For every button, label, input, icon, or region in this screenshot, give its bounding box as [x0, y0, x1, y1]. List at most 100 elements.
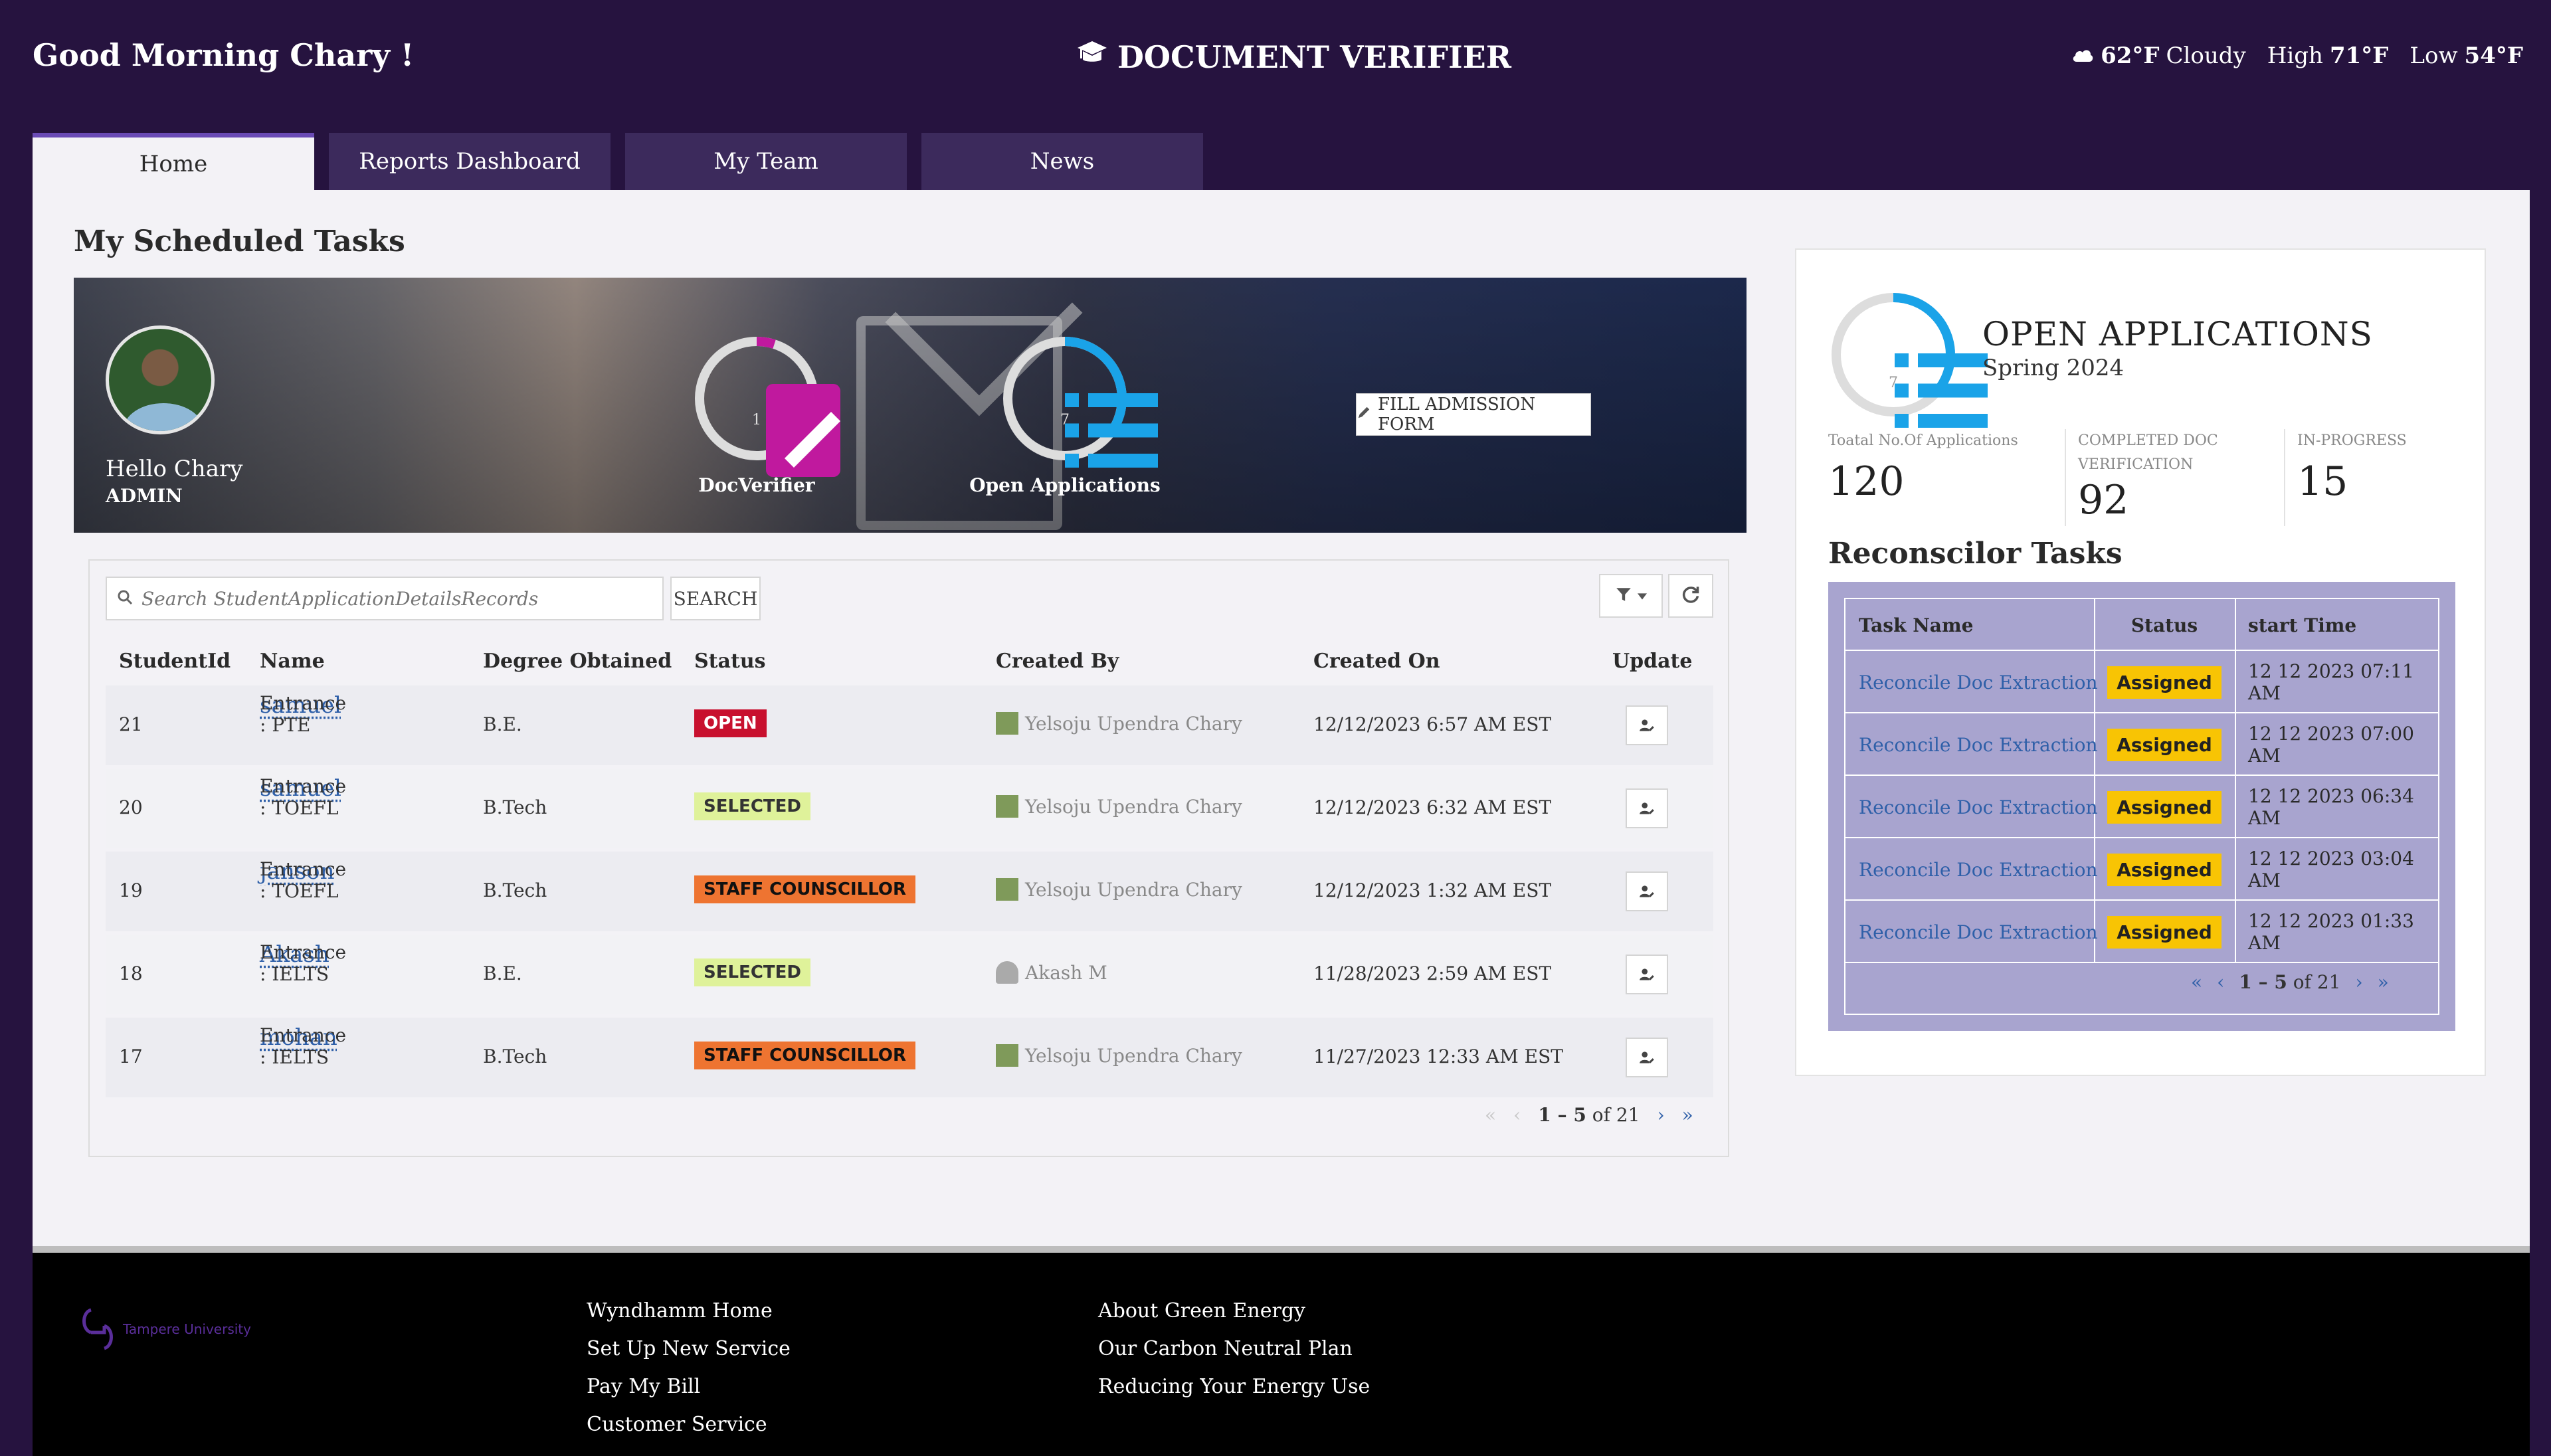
role-text: ADMIN [106, 485, 183, 507]
footer-link-customer-service[interactable]: Customer Service [587, 1413, 791, 1436]
degree: B.Tech [483, 879, 547, 901]
update-button[interactable] [1626, 788, 1668, 828]
fill-admission-form-button[interactable]: FILL ADMISSION FORM [1356, 393, 1591, 436]
tab-reports-dashboard[interactable]: Reports Dashboard [329, 133, 611, 190]
docverifier-ring[interactable]: 1 [692, 333, 840, 477]
update-button[interactable] [1626, 871, 1668, 911]
first-page-icon[interactable]: « [2191, 971, 2202, 993]
docverifier-label: DocVerifier [698, 474, 815, 496]
pager-total: of 21 [1592, 1104, 1640, 1126]
reconcilor-row: Reconcile Doc Extraction Assigned 12 12 … [1845, 838, 2438, 901]
degree: B.E. [483, 713, 522, 735]
reconcilor-row: Reconcile Doc Extraction Assigned 12 12 … [1845, 651, 2438, 713]
footer-link-pay-bill[interactable]: Pay My Bill [587, 1375, 791, 1398]
created-by: Yelsoju Upendra Chary [996, 712, 1242, 735]
filter-button[interactable] [1599, 574, 1663, 618]
task-status: Assigned [2094, 713, 2235, 776]
task-name-link[interactable]: Reconcile Doc Extraction [1859, 901, 2098, 963]
task-name-link[interactable]: Reconcile Doc Extraction [1859, 838, 2098, 901]
search-button[interactable]: SEARCH [670, 577, 761, 620]
tab-home[interactable]: Home [33, 133, 314, 190]
student-id: 19 [119, 879, 143, 901]
user-edit-icon [1640, 885, 1654, 897]
applications-table-card: SEARCH StudentId Name Degree Obtained St… [88, 559, 1729, 1157]
footer-links-2: About Green Energy Our Carbon Neutral Pl… [1098, 1299, 1370, 1398]
open-apps-ring[interactable]: 7 [1828, 290, 1988, 428]
created-on: 12/12/2023 6:57 AM EST [1313, 713, 1552, 735]
created-by: Yelsoju Upendra Chary [996, 795, 1242, 818]
col-name[interactable]: Name [260, 650, 325, 673]
reconcilor-row: Reconcile Doc Extraction Assigned 12 12 … [1845, 776, 2438, 838]
reconcilor-tasks-table: Task Name Status start Time « ‹ 1 – 5 of… [1828, 582, 2455, 1031]
table-row: 19 janson Entrance : TOEFL B.Tech STAFF … [106, 852, 1713, 931]
table-header: StudentId Name Degree Obtained Status Cr… [90, 640, 1731, 680]
created-on: 12/12/2023 1:32 AM EST [1313, 879, 1552, 901]
reconcilor-row: Reconcile Doc Extraction Assigned 12 12 … [1845, 901, 2438, 963]
search-input[interactable] [142, 587, 646, 610]
list-icon [1046, 365, 1158, 468]
entrance-text: Entrance : PTE [260, 692, 347, 736]
col-task-name: Task Name [1859, 614, 1974, 636]
next-page-icon[interactable]: › [1657, 1104, 1664, 1126]
stat-value: 120 [1828, 458, 1905, 505]
col-created-on[interactable]: Created On [1313, 650, 1440, 673]
next-page-icon[interactable]: › [2355, 971, 2362, 993]
pager-status: 1 – 5 of 21 [2239, 971, 2340, 993]
col-degree[interactable]: Degree Obtained [483, 650, 672, 673]
table-row: 21 samuel Entrance : PTE B.E. OPEN Yelso… [106, 685, 1713, 765]
current-temp: 62°F [2101, 43, 2160, 69]
update-button[interactable] [1626, 955, 1668, 994]
university-logo[interactable]: Tampere University [79, 1303, 251, 1355]
high-temp: 71°F [2329, 43, 2389, 69]
search-icon [116, 589, 134, 608]
greeting: Good Morning Chary ! [33, 37, 415, 73]
search-box [106, 577, 664, 620]
student-id: 21 [119, 713, 143, 735]
tab-news[interactable]: News [921, 133, 1203, 190]
footer-link-carbon-plan[interactable]: Our Carbon Neutral Plan [1098, 1337, 1370, 1360]
col-studentid[interactable]: StudentId [119, 650, 231, 673]
refresh-button[interactable] [1668, 574, 1713, 618]
open-applications-ring[interactable]: 7 [1000, 333, 1158, 468]
footer-link-home[interactable]: Wyndhamm Home [587, 1299, 791, 1322]
first-page-icon[interactable]: « [1485, 1104, 1496, 1126]
user-edit-icon [1640, 968, 1654, 980]
status-badge-label: SELECTED [694, 958, 810, 986]
footer-link-green-energy[interactable]: About Green Energy [1098, 1299, 1370, 1322]
table-row: 20 samuel Entrance : TOEFL B.Tech SELECT… [106, 769, 1713, 848]
task-start-time: 12 12 2023 07:00 AM [2248, 723, 2414, 767]
col-status[interactable]: Status [694, 650, 766, 673]
refresh-icon [1681, 585, 1700, 606]
footer-link-energy-use[interactable]: Reducing Your Energy Use [1098, 1375, 1370, 1398]
avatar[interactable] [106, 325, 215, 434]
caret-down-icon [1638, 590, 1647, 602]
pager-range: 1 – 5 [1538, 1104, 1586, 1126]
col-created-by[interactable]: Created By [996, 650, 1119, 673]
created-on: 11/28/2023 2:59 AM EST [1313, 962, 1552, 984]
footer-link-new-service[interactable]: Set Up New Service [587, 1337, 791, 1360]
hello-text: Hello Chary [106, 456, 243, 482]
task-name-link[interactable]: Reconcile Doc Extraction [1859, 713, 2098, 776]
list-icon [1876, 325, 1988, 428]
task-name-link[interactable]: Reconcile Doc Extraction [1859, 776, 2098, 838]
last-page-icon[interactable]: » [2378, 971, 2389, 993]
prev-page-icon[interactable]: ‹ [2217, 971, 2224, 993]
task-start-time: 12 12 2023 06:34 AM [2248, 785, 2414, 829]
fill-admission-form-label: FILL ADMISSION FORM [1378, 395, 1536, 434]
task-start-time: 12 12 2023 01:33 AM [2248, 910, 2414, 954]
last-page-icon[interactable]: » [1682, 1104, 1693, 1126]
status-badge: STAFF COUNSCILLOR [694, 875, 916, 903]
task-status: Assigned [2094, 838, 2235, 901]
creator-name: Yelsoju Upendra Chary [1025, 1044, 1242, 1067]
creator-avatar [996, 795, 1018, 818]
weather-low: Low 54°F [2409, 43, 2523, 69]
update-button[interactable] [1626, 705, 1668, 745]
prev-page-icon[interactable]: ‹ [1513, 1104, 1521, 1126]
task-name-link[interactable]: Reconcile Doc Extraction [1859, 651, 2098, 713]
tab-my-team[interactable]: My Team [625, 133, 907, 190]
weather-current: 62°F Cloudy [2071, 43, 2246, 69]
col-task-status: Status [2130, 614, 2198, 636]
low-temp: 54°F [2464, 43, 2523, 69]
update-button[interactable] [1626, 1038, 1668, 1077]
assigned-badge: Assigned [2107, 790, 2221, 824]
